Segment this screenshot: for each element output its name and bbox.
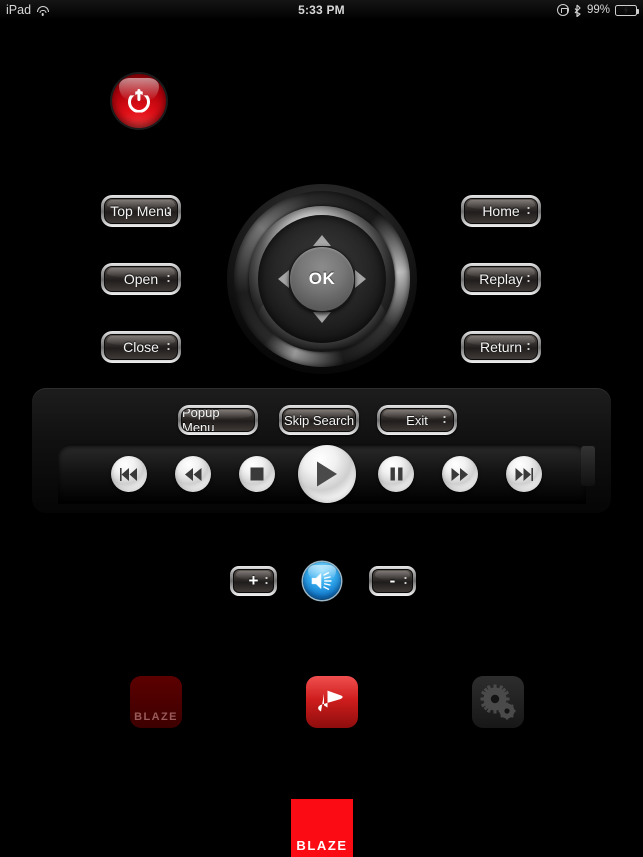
home-button[interactable]: Home: [461, 195, 541, 227]
transport-inner-panel: [58, 444, 595, 504]
popup-menu-button-label: Popup Menu: [182, 408, 220, 432]
power-icon: [128, 88, 150, 113]
top-menu-button-label: Top Menu: [110, 203, 172, 219]
ok-button[interactable]: OK: [289, 246, 355, 312]
button-grip-dots: [527, 274, 530, 284]
mute-button[interactable]: [303, 562, 341, 600]
gear-icon: [480, 684, 516, 720]
directional-pad: OK: [227, 184, 417, 374]
battery-percent: 99%: [586, 4, 610, 16]
ok-button-label: OK: [308, 269, 336, 288]
home-button-label: Home: [482, 203, 520, 219]
button-grip-dots: [167, 274, 170, 284]
arrow-right-icon: [355, 270, 366, 288]
return-button-label: Return: [479, 339, 523, 355]
pause-button[interactable]: [378, 456, 414, 492]
bluetooth-icon: [574, 4, 582, 17]
blaze-brand-logo[interactable]: BLAZE: [291, 799, 353, 857]
arrow-left-icon: [278, 270, 289, 288]
volume-down-button[interactable]: -: [369, 566, 416, 596]
power-button[interactable]: [112, 74, 166, 128]
fast-forward-button[interactable]: [442, 456, 478, 492]
blaze-app-icon-dim[interactable]: BLAZE: [130, 676, 182, 728]
popup-menu-button[interactable]: Popup Menu: [178, 405, 258, 435]
transport-panel: Popup Menu Skip Search Exit: [32, 388, 611, 513]
exit-button[interactable]: Exit: [377, 405, 457, 435]
pause-icon: [390, 467, 402, 481]
close-button[interactable]: Close: [101, 331, 181, 363]
play-button[interactable]: [298, 445, 356, 503]
speaker-icon: [311, 572, 332, 590]
button-grip-dots: [167, 206, 170, 216]
blaze-icon-label: BLAZE: [134, 711, 178, 723]
skip-search-button-label: Skip Search: [283, 412, 355, 428]
status-bar: iPad 5:33 PM 99%: [0, 0, 643, 20]
skip-search-button[interactable]: Skip Search: [279, 405, 359, 435]
bluray-app-icon[interactable]: [306, 676, 358, 728]
exit-button-label: Exit: [406, 412, 428, 428]
status-bar-clock: 5:33 PM: [298, 3, 345, 17]
arrow-down-icon: [313, 312, 331, 323]
replay-button[interactable]: Replay: [461, 263, 541, 295]
next-track-button[interactable]: [506, 456, 542, 492]
blaze-brand-label: BLAZE: [296, 838, 348, 853]
open-button-label: Open: [123, 271, 159, 287]
button-grip-dots: [265, 576, 268, 586]
bluray-disc-icon: [318, 690, 343, 712]
close-button-label: Close: [123, 339, 159, 355]
open-button[interactable]: Open: [101, 263, 181, 295]
button-grip-dots: [527, 206, 530, 216]
status-bar-right: 99%: [556, 4, 640, 17]
button-grip-dots: [443, 415, 446, 425]
volume-down-label: -: [389, 571, 396, 590]
previous-track-button[interactable]: [111, 456, 147, 492]
top-menu-button[interactable]: Top Menu: [101, 195, 181, 227]
settings-app-icon[interactable]: [472, 676, 524, 728]
stop-icon: [250, 467, 264, 481]
replay-button-label: Replay: [479, 271, 523, 287]
skip-backward-icon: [120, 467, 137, 481]
battery-charging-icon: [615, 4, 640, 16]
play-icon: [317, 461, 337, 487]
button-grip-dots: [527, 342, 530, 352]
button-grip-dots: [404, 576, 407, 586]
rotation-lock-icon: [556, 4, 569, 16]
rewind-icon: [185, 467, 202, 481]
arrow-up-icon: [313, 235, 331, 246]
remote-app-screen: iPad 5:33 PM 99% Top Menu Open Close Hom…: [0, 0, 643, 857]
button-grip-dots: [167, 342, 170, 352]
return-button[interactable]: Return: [461, 331, 541, 363]
rewind-button[interactable]: [175, 456, 211, 492]
fast-forward-icon: [451, 467, 468, 481]
volume-up-button[interactable]: +: [230, 566, 277, 596]
dpad-face: OK: [258, 215, 386, 343]
volume-up-label: +: [248, 571, 259, 590]
stop-button[interactable]: [239, 456, 275, 492]
skip-forward-icon: [515, 467, 533, 481]
